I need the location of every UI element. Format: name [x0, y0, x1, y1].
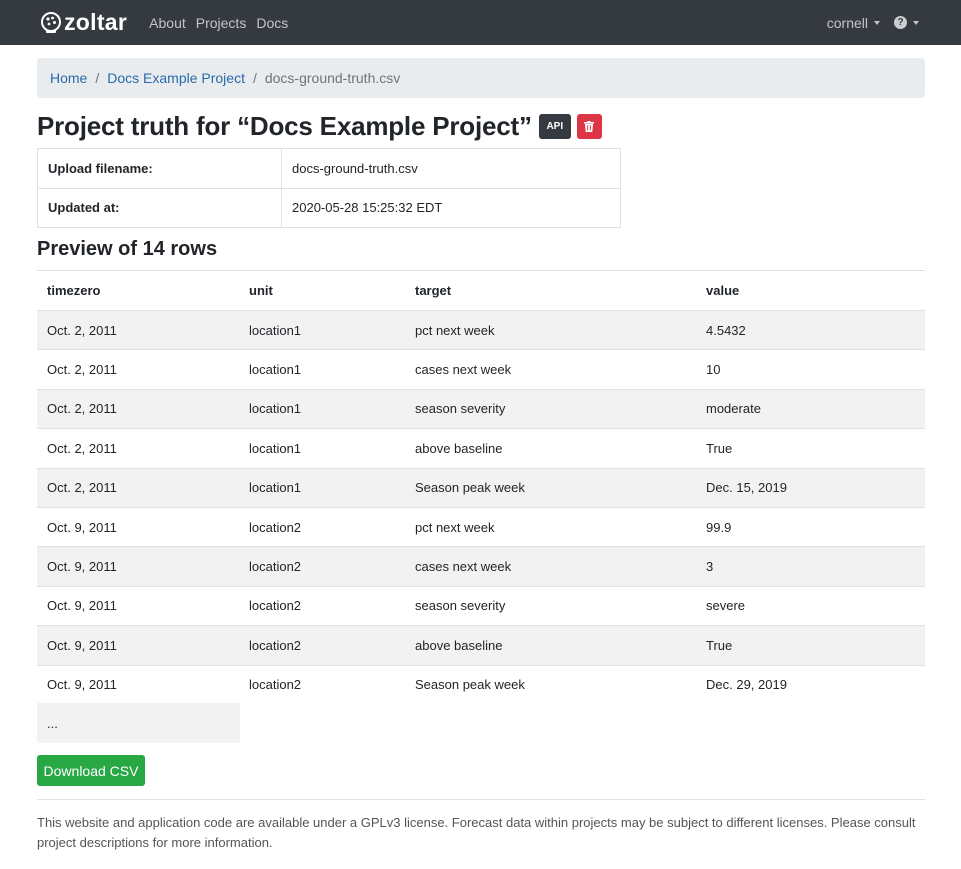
cell-unit: location1: [239, 349, 405, 390]
info-row-upload: Upload filename: docs-ground-truth.csv: [37, 148, 621, 189]
preview-table: timezero unit target value Oct. 2, 2011 l…: [37, 270, 925, 705]
cell-value: severe: [696, 585, 925, 626]
updated-at-label: Updated at:: [37, 187, 282, 228]
cell-timezero: Oct. 2, 2011: [37, 467, 239, 508]
cell-timezero: Oct. 9, 2011: [37, 506, 239, 547]
cell-unit: location2: [239, 546, 405, 587]
user-name: cornell: [826, 14, 868, 31]
column-header-unit: unit: [239, 270, 405, 311]
info-row-updated: Updated at: 2020-05-28 15:25:32 EDT: [37, 187, 621, 228]
breadcrumb-home-link[interactable]: Home: [50, 70, 87, 86]
download-csv-button[interactable]: Download CSV: [37, 755, 145, 786]
cell-unit: location2: [239, 664, 405, 705]
nav-about-link[interactable]: About: [149, 15, 186, 31]
delete-button[interactable]: [576, 113, 602, 139]
breadcrumb-current: docs-ground-truth.csv: [264, 70, 401, 86]
updated-at-value: 2020-05-28 15:25:32 EDT: [281, 187, 621, 228]
cell-timezero: Oct. 2, 2011: [37, 388, 239, 429]
cell-target: cases next week: [405, 546, 696, 587]
cell-unit: location1: [239, 388, 405, 429]
page-title: Project truth for “Docs Example Project”: [37, 110, 532, 141]
help-dropdown[interactable]: ?: [894, 16, 919, 29]
cell-value: 99.9: [696, 506, 925, 547]
cell-target: season severity: [405, 388, 696, 429]
table-row: Oct. 2, 2011 location1 cases next week 10: [37, 349, 925, 390]
table-row: Oct. 9, 2011 location2 Season peak week Dec…: [37, 664, 925, 705]
table-header-row: timezero unit target value: [37, 270, 925, 311]
chevron-down-icon: [874, 20, 880, 25]
cell-target: pct next week: [405, 309, 696, 350]
cell-timezero: Oct. 2, 2011: [37, 309, 239, 350]
cell-unit: location2: [239, 506, 405, 547]
cell-target: Season peak week: [405, 664, 696, 705]
cell-target: season severity: [405, 585, 696, 626]
preview-heading: Preview of 14 rows: [37, 238, 218, 260]
brand-text: zoltar: [64, 9, 128, 35]
cell-unit: location2: [239, 585, 405, 626]
chevron-down-icon: [913, 20, 919, 25]
table-row: Oct. 9, 2011 location2 above baseline True: [37, 625, 925, 666]
cell-value: moderate: [696, 388, 925, 429]
upload-filename-value: docs-ground-truth.csv: [281, 148, 621, 189]
table-row: Oct. 2, 2011 location1 above baseline True: [37, 428, 925, 469]
preview-table-body: Oct. 2, 2011 location1 pct next week 4.5432…: [37, 309, 925, 705]
breadcrumb-separator: /: [252, 70, 257, 86]
column-header-timezero: timezero: [37, 270, 239, 311]
breadcrumb: Home / Docs Example Project / docs-groun…: [37, 58, 925, 98]
cell-target: above baseline: [405, 625, 696, 666]
nav-docs-link[interactable]: Docs: [256, 15, 288, 31]
cell-value: Dec. 29, 2019: [696, 664, 925, 705]
cell-target: Season peak week: [405, 467, 696, 508]
more-rows-indicator: ...: [37, 703, 240, 743]
cell-timezero: Oct. 9, 2011: [37, 664, 239, 705]
page-title-row: Project truth for “Docs Example Project”…: [37, 108, 602, 144]
upload-filename-label: Upload filename:: [37, 148, 282, 189]
nav-right-menu: cornell ?: [827, 0, 919, 45]
cell-timezero: Oct. 9, 2011: [37, 585, 239, 626]
cell-unit: location1: [239, 467, 405, 508]
brand-logo-link[interactable]: zoltar: [40, 9, 127, 36]
cell-value: True: [696, 625, 925, 666]
truth-info-table: Upload filename: docs-ground-truth.csv U…: [37, 148, 621, 228]
cell-value: 10: [696, 349, 925, 390]
column-header-value: value: [696, 270, 925, 311]
table-row: Oct. 9, 2011 location2 cases next week 3: [37, 546, 925, 587]
cell-unit: location1: [239, 428, 405, 469]
cell-unit: location1: [239, 309, 405, 350]
cell-timezero: Oct. 9, 2011: [37, 546, 239, 587]
table-row: Oct. 2, 2011 location1 pct next week 4.5432: [37, 309, 925, 350]
top-navbar: zoltar About Projects Docs cornell ?: [0, 0, 961, 45]
table-row: Oct. 2, 2011 location1 Season peak week Dec…: [37, 467, 925, 508]
footer-text: This website and application code are av…: [37, 815, 916, 850]
trash-icon: [584, 120, 595, 132]
table-row: Oct. 9, 2011 location2 season severity seve…: [37, 585, 925, 626]
cell-value: Dec. 15, 2019: [696, 467, 925, 508]
cell-timezero: Oct. 2, 2011: [37, 349, 239, 390]
user-dropdown[interactable]: cornell: [827, 15, 880, 31]
cell-value: True: [696, 428, 925, 469]
table-row: Oct. 9, 2011 location2 pct next week 99.9: [37, 506, 925, 547]
column-header-target: target: [405, 270, 696, 311]
cell-value: 3: [696, 546, 925, 587]
cell-timezero: Oct. 2, 2011: [37, 428, 239, 469]
cell-value: 4.5432: [696, 309, 925, 350]
breadcrumb-separator: /: [95, 70, 100, 86]
crystal-ball-icon: [41, 11, 61, 33]
table-row: Oct. 2, 2011 location1 season severity mode…: [37, 388, 925, 429]
question-circle-icon: ?: [894, 16, 907, 29]
cell-target: above baseline: [405, 428, 696, 469]
breadcrumb-project-link[interactable]: Docs Example Project: [107, 70, 245, 86]
cell-timezero: Oct. 9, 2011: [37, 625, 239, 666]
footer-divider: [37, 799, 925, 800]
api-button[interactable]: API: [538, 113, 571, 139]
cell-unit: location2: [239, 625, 405, 666]
cell-target: pct next week: [405, 506, 696, 547]
cell-target: cases next week: [405, 349, 696, 390]
nav-projects-link[interactable]: Projects: [196, 15, 247, 31]
